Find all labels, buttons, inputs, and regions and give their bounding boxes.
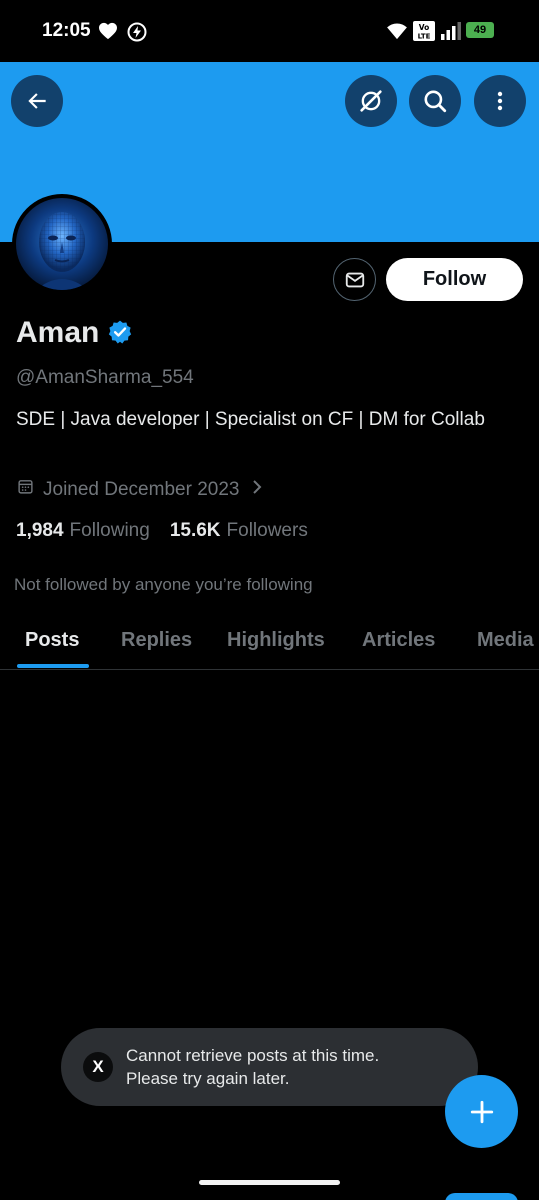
svg-text:Vo: Vo xyxy=(419,23,430,32)
x-logo-icon: X xyxy=(83,1052,113,1082)
error-toast: X Cannot retrieve posts at this time. Pl… xyxy=(61,1028,478,1106)
toast-line-1: Cannot retrieve posts at this time. xyxy=(126,1046,380,1065)
grok-button[interactable] xyxy=(345,75,397,127)
more-vertical-icon xyxy=(497,91,503,111)
wifi-icon xyxy=(386,22,408,45)
search-button[interactable] xyxy=(409,75,461,127)
toast-line-2: Please try again later. xyxy=(126,1069,290,1088)
avatar-image xyxy=(16,198,108,290)
charging-bolt-icon xyxy=(127,22,147,47)
not-followed-text: Not followed by anyone you’re following xyxy=(14,575,313,594)
bio: SDE | Java developer | Specialist on CF … xyxy=(16,409,485,430)
joined-row[interactable]: Joined December 2023 xyxy=(17,478,263,501)
active-tab-indicator xyxy=(17,664,89,668)
back-button[interactable] xyxy=(11,75,63,127)
svg-text:LTE: LTE xyxy=(418,33,431,41)
status-time: 12:05 xyxy=(42,20,91,41)
following-count: 1,984 xyxy=(16,520,64,541)
follow-stats: 1,984 Following 15.6K Followers xyxy=(16,520,308,542)
tab-media[interactable]: Media xyxy=(477,629,534,652)
secondary-fab-peek xyxy=(445,1193,518,1200)
following-stat[interactable]: 1,984 Following xyxy=(16,520,150,542)
envelope-icon xyxy=(345,272,364,287)
following-label: Following xyxy=(69,520,150,541)
profile-tabs: Posts Replies Highlights Articles Media xyxy=(0,612,539,670)
battery-icon: 49 xyxy=(466,22,494,38)
battery-level: 49 xyxy=(466,22,494,38)
compose-fab-button[interactable] xyxy=(445,1075,518,1148)
volte-icon: Vo LTE xyxy=(413,21,435,46)
followers-label: Followers xyxy=(226,520,308,541)
name-row: Aman xyxy=(16,316,133,350)
back-arrow-icon xyxy=(28,93,46,109)
home-indicator[interactable] xyxy=(199,1180,340,1185)
more-button[interactable] xyxy=(474,75,526,127)
display-name: Aman xyxy=(16,316,100,349)
tab-posts[interactable]: Posts xyxy=(25,629,79,652)
handle: @AmanSharma_554 xyxy=(16,367,194,388)
calendar-icon xyxy=(17,478,34,501)
search-icon xyxy=(424,90,447,113)
tab-articles[interactable]: Articles xyxy=(362,629,435,652)
followers-stat[interactable]: 15.6K Followers xyxy=(170,520,308,542)
heart-icon xyxy=(98,22,118,45)
verified-badge-icon[interactable] xyxy=(107,319,133,350)
joined-date: Joined December 2023 xyxy=(43,478,240,500)
tab-highlights[interactable]: Highlights xyxy=(227,629,325,652)
signal-icon xyxy=(441,22,463,45)
toast-message: Cannot retrieve posts at this time. Plea… xyxy=(126,1044,379,1090)
plus-icon xyxy=(470,1100,493,1123)
status-bar: 12:05 Vo LTE 49 xyxy=(0,0,539,62)
followers-count: 15.6K xyxy=(169,520,221,541)
message-button[interactable] xyxy=(333,258,376,301)
follow-button[interactable]: Follow xyxy=(386,258,523,301)
tab-replies[interactable]: Replies xyxy=(121,629,192,652)
avatar[interactable] xyxy=(12,194,112,294)
grok-icon xyxy=(360,90,382,112)
chevron-right-icon xyxy=(251,479,263,501)
